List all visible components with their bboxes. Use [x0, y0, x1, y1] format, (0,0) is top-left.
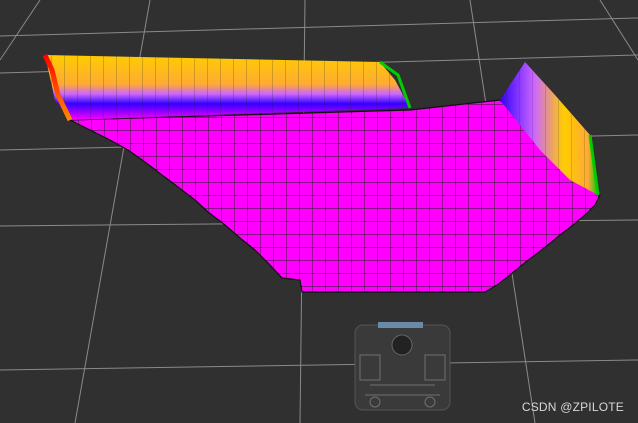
3d-viewport[interactable] — [0, 0, 638, 423]
costmap-back-wall — [42, 53, 412, 122]
watermark-text: CSDN @ZPILOTE — [521, 400, 624, 414]
costmap-floor — [69, 99, 601, 293]
robot-model[interactable] — [354, 322, 451, 411]
